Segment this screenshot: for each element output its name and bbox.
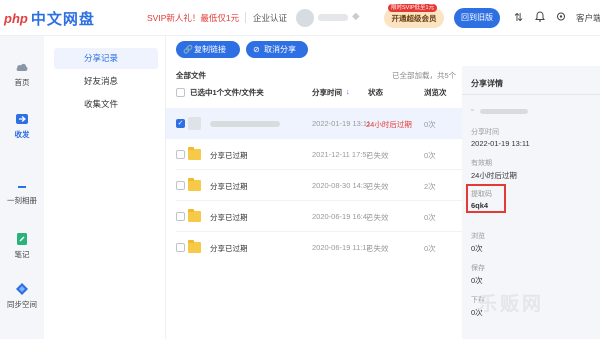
detail-title: 分享详情 xyxy=(471,79,503,88)
share-subnav: 分享记录 好友消息 收集文件 xyxy=(44,36,166,339)
logo-php: php xyxy=(4,10,28,26)
row-time: 2021-12-11 17:57 xyxy=(312,150,371,159)
table-row[interactable]: 分享已过期 2020-06-19 11:13 已失效 0次 xyxy=(166,232,462,263)
folder-icon xyxy=(188,209,201,222)
logo[interactable]: php 中文网盘 xyxy=(4,6,95,30)
bell-icon[interactable] xyxy=(535,11,545,25)
row-checkbox[interactable] xyxy=(176,243,185,252)
table-row[interactable]: ✓ 2022-01-19 13:11 24小时后过期 0次 xyxy=(166,108,462,139)
cancel-share-label: 取消分享 xyxy=(264,45,296,54)
row-name: 分享已过期 xyxy=(210,244,248,253)
nav-notes[interactable]: 笔记 xyxy=(0,232,44,260)
row-name: 分享已过期 xyxy=(210,151,248,160)
row-views: 0次 xyxy=(424,151,436,160)
back-old-version-button[interactable]: 回到旧版 xyxy=(454,8,500,28)
table-row[interactable]: 分享已过期 2020-06-19 16:47 已失效 0次 xyxy=(166,201,462,232)
nav-dash xyxy=(18,186,26,188)
header-name: 已选中1个文件/文件夹 xyxy=(190,88,264,97)
row-checkbox[interactable]: ✓ xyxy=(176,119,185,128)
row-status: 已失效 xyxy=(366,151,389,160)
cancel-icon: ⊘ xyxy=(253,45,260,54)
avatar[interactable] xyxy=(296,9,314,27)
top-header: php 中文网盘 SVIP新人礼！最低仅1元 企业认证 ◆ 开通超级会员 限时S… xyxy=(0,0,600,36)
views-label: 浏览 xyxy=(471,233,485,240)
folder-icon xyxy=(188,178,201,191)
folder-icon xyxy=(188,240,201,253)
link-icon: 🔗 xyxy=(183,45,193,54)
sync-icon xyxy=(16,283,28,295)
valid-period-label: 有效期 xyxy=(471,160,492,167)
table-header: 已选中1个文件/文件夹 分享时间 ↓ 状态 浏览次 xyxy=(166,83,462,101)
subnav-friend-messages[interactable]: 好友消息 xyxy=(54,71,158,92)
row-views: 0次 xyxy=(424,244,436,253)
svip-promo-link[interactable]: SVIP新人礼！最低仅1元 xyxy=(147,12,239,24)
file-icon xyxy=(188,117,201,130)
divider xyxy=(245,12,246,23)
share-time-label: 分享时间 xyxy=(471,129,499,136)
row-name: 分享已过期 xyxy=(210,182,248,191)
row-time: 2022-01-19 13:11 xyxy=(312,119,371,128)
share-time-value: 2022-01-19 13:11 xyxy=(471,139,530,148)
table-row[interactable]: 分享已过期 2020-08-30 14:37 已失效 2次 xyxy=(166,170,462,201)
extract-code-value[interactable]: 6qk4 xyxy=(471,201,488,210)
header-status: 状态 xyxy=(368,88,383,97)
detail-file-name-blurred xyxy=(480,109,528,114)
folder-icon xyxy=(188,147,201,160)
row-status: 24小时后过期 xyxy=(366,120,412,129)
share-icon xyxy=(16,114,28,124)
row-time: 2020-06-19 16:47 xyxy=(312,212,372,221)
row-checkbox[interactable] xyxy=(176,181,185,190)
row-status: 已失效 xyxy=(366,244,389,253)
copy-link-button[interactable]: 🔗 复制链接 xyxy=(176,41,240,58)
nav-share[interactable]: 收发 xyxy=(0,112,44,140)
section-title: 全部文件 xyxy=(176,71,206,80)
subnav-share-records[interactable]: 分享记录 xyxy=(54,48,158,69)
sort-down-icon[interactable]: ↓ xyxy=(346,87,350,96)
row-checkbox[interactable] xyxy=(176,150,185,159)
file-name-blurred xyxy=(210,121,280,127)
nav-home[interactable]: 首页 xyxy=(0,60,44,88)
transfer-icon[interactable]: ⇅ xyxy=(514,11,523,24)
note-icon xyxy=(17,233,27,245)
row-name: 分享已过期 xyxy=(210,213,248,222)
row-views: 0次 xyxy=(424,213,436,222)
row-views: 2次 xyxy=(424,182,436,191)
header-time[interactable]: 分享时间 xyxy=(312,87,342,98)
table-row[interactable]: 分享已过期 2021-12-11 17:57 已失效 0次 xyxy=(166,139,462,170)
nav-album[interactable]: 一刻相册 xyxy=(0,192,44,206)
loaded-count: 已全部加载，共5个 xyxy=(392,71,457,80)
row-time: 2020-06-19 11:13 xyxy=(312,243,371,252)
settings-icon[interactable] xyxy=(556,11,566,25)
valid-period-value: 24小时后过期 xyxy=(471,171,517,180)
client-download-link[interactable]: 客户端 xyxy=(576,12,600,24)
views-value: 0次 xyxy=(471,244,483,253)
extract-code-label: 提取码 xyxy=(471,191,492,198)
row-status: 已失效 xyxy=(366,213,389,222)
logo-title: 中文网盘 xyxy=(30,10,95,28)
detail-divider xyxy=(462,94,600,95)
nav-sync[interactable]: 同步空间 xyxy=(0,282,44,310)
subnav-collect-files[interactable]: 收集文件 xyxy=(54,94,158,115)
left-sidebar: 首页 收发 一刻相册 笔记 同步空间 xyxy=(0,36,44,339)
watermark: 乐贩网 xyxy=(478,294,545,315)
row-views: 0次 xyxy=(424,120,436,129)
main-content: 🔗 复制链接 ⊘ 取消分享 全部文件 已全部加载，共5个 已选中1个文件/文件夹… xyxy=(166,36,462,339)
vip-promo-tag: 限时SVIP低至1元 xyxy=(388,4,438,12)
username-blurred xyxy=(318,14,348,21)
row-status: 已失效 xyxy=(366,182,389,191)
row-time: 2020-08-30 14:37 xyxy=(312,181,372,190)
nav-album-label: 一刻相册 xyxy=(7,196,37,205)
file-dot-icon: ▫ xyxy=(471,107,474,114)
copy-link-label: 复制链接 xyxy=(194,45,226,54)
diamond-icon: ◆ xyxy=(352,11,360,22)
cloud-icon xyxy=(16,63,28,71)
header-views: 浏览次 xyxy=(424,88,447,97)
saves-value: 0次 xyxy=(471,276,483,285)
saves-label: 保存 xyxy=(471,265,485,272)
select-all-checkbox[interactable] xyxy=(176,88,185,97)
cancel-share-button[interactable]: ⊘ 取消分享 xyxy=(246,41,308,58)
enterprise-cert-link[interactable]: 企业认证 xyxy=(253,12,287,24)
row-checkbox[interactable] xyxy=(176,212,185,221)
